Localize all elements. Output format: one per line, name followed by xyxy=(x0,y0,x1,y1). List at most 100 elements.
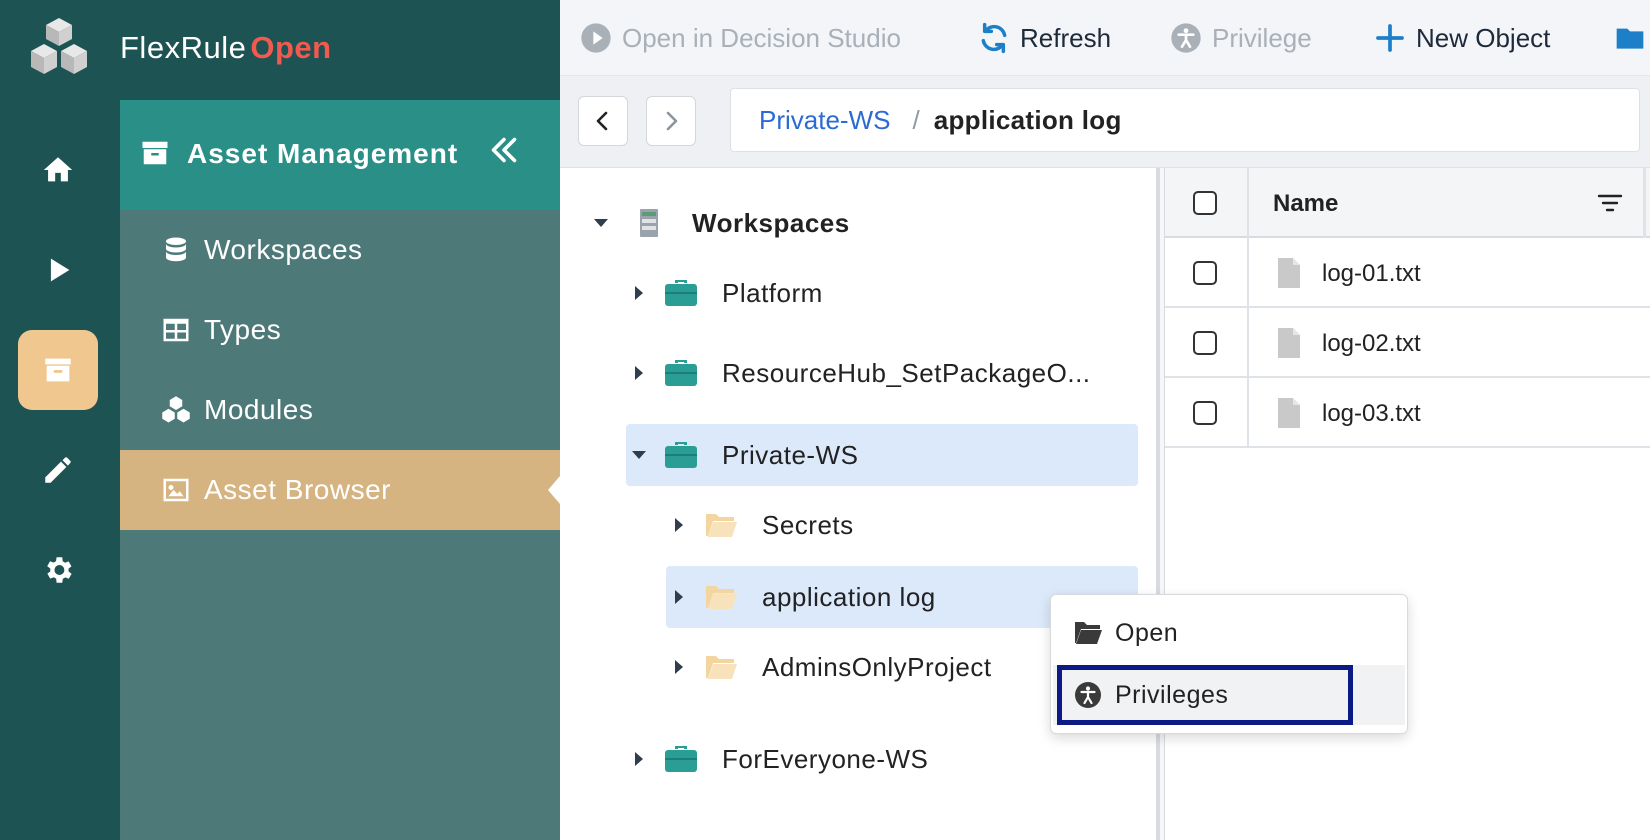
icon-rail xyxy=(0,0,120,840)
nav-item-label: Types xyxy=(204,314,282,345)
panel-header: Asset Management xyxy=(120,100,560,210)
tree-item-label: Secrets xyxy=(762,510,854,540)
table-icon xyxy=(163,318,189,342)
folder-open-icon xyxy=(706,656,737,679)
open-in-decision-studio-label: Open in Decision Studio xyxy=(622,22,901,53)
tree-item-label: ResourceHub_SetPackageO... xyxy=(722,358,1091,388)
nav-item-asset-browser[interactable]: Asset Browser xyxy=(120,450,560,530)
tree-item-label: Private-WS xyxy=(722,440,859,470)
privileges-highlight-box xyxy=(1057,665,1353,725)
nav-item-modules[interactable]: Modules xyxy=(120,370,560,450)
column-divider xyxy=(1247,378,1249,448)
tree-item-private-ws[interactable]: Private-WS xyxy=(626,424,1138,486)
column-divider xyxy=(1247,308,1249,378)
caret-down-icon xyxy=(632,451,646,459)
rail-run-button[interactable] xyxy=(18,230,98,310)
chevron-right-icon xyxy=(666,111,678,131)
file-name[interactable]: log-03.txt xyxy=(1322,400,1421,428)
nav-item-types[interactable]: Types xyxy=(120,290,560,370)
app-name-accent: Open xyxy=(250,30,332,65)
navigation-row: Private-WS / application log xyxy=(560,76,1650,168)
nav-item-label: Modules xyxy=(204,394,314,425)
caret-right-icon xyxy=(635,286,643,300)
breadcrumb-current: application log xyxy=(933,104,1122,135)
tree-root-label: Workspaces xyxy=(692,208,850,238)
nav-item-label: Workspaces xyxy=(204,234,363,265)
caret-down-icon xyxy=(594,219,608,227)
file-icon xyxy=(1278,258,1300,288)
caret-right-icon xyxy=(635,752,643,766)
select-all-checkbox[interactable] xyxy=(1193,191,1217,215)
toolbar: Open in Decision Studio Refresh Privileg… xyxy=(560,0,1650,76)
context-menu: Open Privileges xyxy=(1050,594,1408,734)
breadcrumb-separator: / xyxy=(912,104,920,135)
row-checkbox[interactable] xyxy=(1193,401,1217,425)
caret-right-icon xyxy=(675,518,683,532)
grid-header: Name xyxy=(1165,168,1650,238)
tree-item-label: ForEveryone-WS xyxy=(722,744,929,774)
breadcrumb: Private-WS / application log xyxy=(730,88,1640,152)
refresh-label: Refresh xyxy=(1020,22,1112,53)
context-menu-open[interactable]: Open xyxy=(1053,603,1405,663)
accessibility-icon xyxy=(1171,23,1201,53)
open-in-decision-studio-button[interactable]: Open in Decision Studio xyxy=(580,20,901,56)
rail-settings-button[interactable] xyxy=(18,530,98,610)
caret-right-icon xyxy=(675,660,683,674)
chevron-left-icon xyxy=(596,111,608,131)
refresh-button[interactable]: Refresh xyxy=(978,20,1111,56)
server-icon xyxy=(640,209,658,237)
caret-right-icon xyxy=(675,590,683,604)
rail-edit-button[interactable] xyxy=(18,430,98,510)
database-icon xyxy=(166,237,186,262)
name-column-header[interactable]: Name xyxy=(1273,190,1338,218)
archive-icon xyxy=(142,141,168,165)
file-name[interactable]: log-02.txt xyxy=(1322,330,1421,358)
folder-open-icon xyxy=(706,514,737,537)
active-indicator xyxy=(548,476,560,504)
rail-home-button[interactable] xyxy=(18,130,98,210)
folder-button[interactable] xyxy=(1614,20,1650,56)
nav-item-workspaces[interactable]: Workspaces xyxy=(120,210,560,290)
caret-right-icon xyxy=(635,366,643,380)
briefcase-icon xyxy=(665,746,697,772)
refresh-icon xyxy=(981,22,1007,54)
collapse-panel-button[interactable] xyxy=(486,132,526,172)
app-title: FlexRule Open xyxy=(120,30,332,66)
tree-item-secrets[interactable]: Secrets xyxy=(666,494,1140,556)
cubes-icon xyxy=(162,396,190,423)
privilege-button[interactable]: Privilege xyxy=(1170,20,1312,56)
folder-open-icon xyxy=(706,586,737,609)
file-name[interactable]: log-01.txt xyxy=(1322,260,1421,288)
play-circle-icon xyxy=(581,23,611,53)
archive-icon xyxy=(45,358,71,382)
column-divider xyxy=(1247,168,1249,238)
rail-asset-button[interactable] xyxy=(18,330,98,410)
forward-button[interactable] xyxy=(646,96,696,146)
table-row[interactable]: log-02.txt xyxy=(1165,308,1650,378)
row-checkbox[interactable] xyxy=(1193,261,1217,285)
table-row[interactable]: log-01.txt xyxy=(1165,238,1650,308)
tree-item-label: application log xyxy=(762,582,936,612)
tree-item-label: AdminsOnlyProject xyxy=(762,652,992,682)
file-icon xyxy=(1278,328,1300,358)
cubes-logo-icon xyxy=(31,18,87,74)
back-button[interactable] xyxy=(578,96,628,146)
breadcrumb-parent-link[interactable]: Private-WS xyxy=(759,105,890,136)
tree-item-foreveryone-ws[interactable]: ForEveryone-WS xyxy=(620,728,1140,790)
new-object-button[interactable]: New Object xyxy=(1374,20,1550,56)
tree-item-platform[interactable]: Platform xyxy=(620,262,1140,324)
row-checkbox[interactable] xyxy=(1193,331,1217,355)
asset-management-panel: Asset Management Workspaces Types Module… xyxy=(120,100,560,840)
privilege-label: Privilege xyxy=(1212,22,1312,53)
nav-item-label: Asset Browser xyxy=(204,474,391,505)
tree-item-resourcehub[interactable]: ResourceHub_SetPackageO... xyxy=(620,342,1140,404)
home-icon xyxy=(43,157,73,182)
image-gallery-icon xyxy=(163,478,189,502)
tree-root-workspaces[interactable]: Workspaces xyxy=(580,192,1120,254)
gear-icon xyxy=(47,557,72,583)
folder-open-icon xyxy=(1075,622,1102,644)
table-row[interactable]: log-03.txt xyxy=(1165,378,1650,448)
file-icon xyxy=(1278,398,1300,428)
filter-icon[interactable] xyxy=(1597,192,1623,214)
brand-header: FlexRule Open xyxy=(0,0,560,100)
